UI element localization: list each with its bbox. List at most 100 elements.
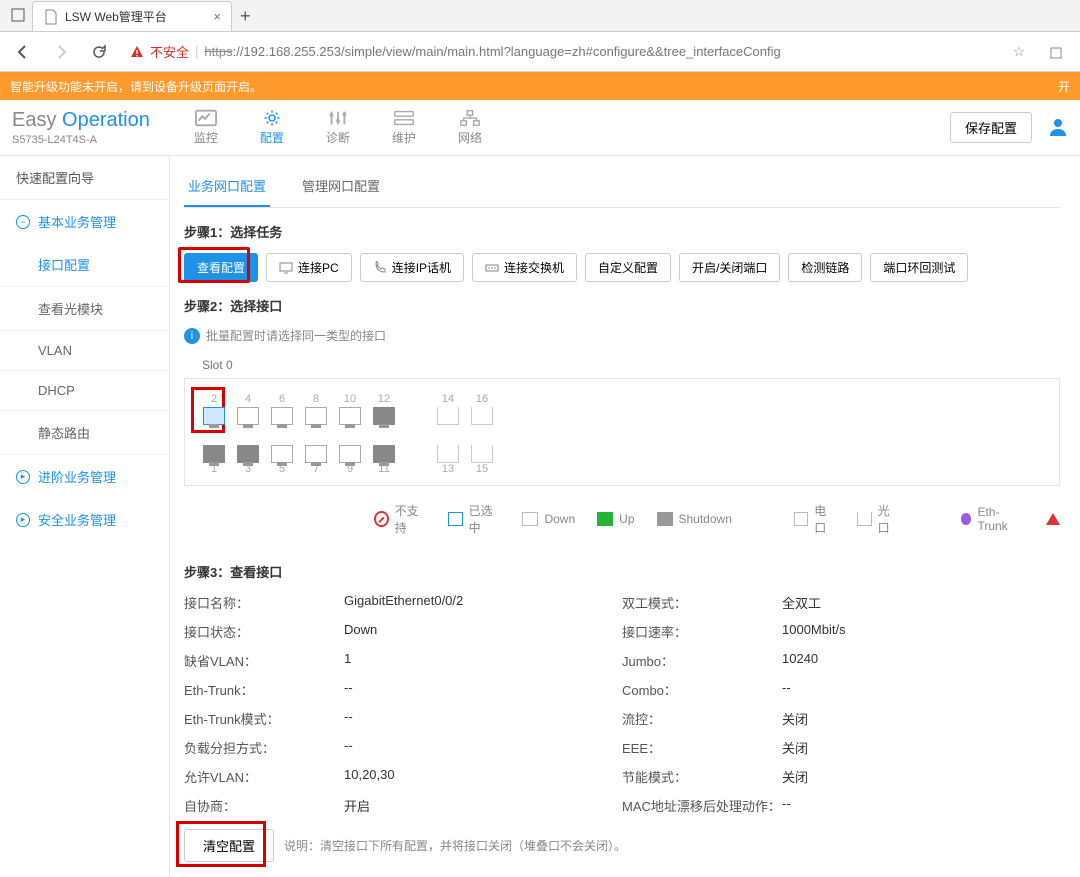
selected-icon (448, 512, 462, 526)
detail-label: 允许VLAN： (184, 767, 344, 786)
sidebar: 快速配置向导 − 基本业务管理 接口配置 查看光模块 VLAN DHCP 静态路… (0, 156, 170, 877)
window-menu-icon[interactable] (4, 0, 32, 31)
detail-value: 开启 (344, 796, 622, 815)
upgrade-banner: 智能升级功能未开启，请到设备升级页面开启。 开 (0, 72, 1080, 100)
nav-diagnose[interactable]: 诊断 (316, 109, 360, 146)
nav-network[interactable]: 网络 (448, 109, 492, 146)
top-nav: 监控 配置 诊断 维护 网络 (184, 109, 492, 146)
nosupport-icon (374, 511, 389, 527)
save-config-button[interactable]: 保存配置 (950, 112, 1032, 143)
task-connect-switch[interactable]: 连接交换机 (472, 253, 577, 282)
detail-value: 1000Mbit/s (782, 622, 1060, 641)
detail-label: Combo： (622, 680, 782, 699)
config-tabs: 业务网口配置 管理网口配置 (184, 166, 1060, 208)
port-13[interactable] (437, 445, 459, 463)
port-3[interactable] (237, 445, 259, 463)
detail-value: 全双工 (782, 593, 1060, 612)
detail-value: Down (344, 622, 622, 641)
new-tab-button[interactable]: + (232, 1, 259, 31)
detail-value: 10,20,30 (344, 767, 622, 786)
nav-configure[interactable]: 配置 (250, 109, 294, 146)
port-11[interactable] (373, 445, 395, 463)
detail-value: 关闭 (782, 709, 1060, 728)
port-1[interactable] (203, 445, 225, 463)
port-2[interactable] (203, 407, 225, 425)
banner-action[interactable]: 开 (1058, 78, 1070, 95)
detail-value: 1 (344, 651, 622, 670)
port-legend: 不支持 已选中 Down Up Shutdown 电口 光口 Eth-Trunk (184, 502, 1060, 536)
minus-circle-icon: − (16, 215, 30, 229)
monitor-icon (195, 109, 217, 127)
sidebar-basic-mgmt[interactable]: − 基本业务管理 (0, 200, 169, 243)
nav-monitor[interactable]: 监控 (184, 109, 228, 146)
nav-maintain[interactable]: 维护 (382, 109, 426, 146)
sidebar-item-dhcp[interactable]: DHCP (0, 371, 169, 411)
up-icon (597, 512, 613, 526)
favorite-icon[interactable]: ☆ (1004, 37, 1034, 67)
port-8[interactable] (305, 407, 327, 425)
plus-circle-icon: ▸ (16, 513, 30, 527)
forward-button[interactable] (46, 37, 76, 67)
task-view-config[interactable]: 查看配置 (184, 253, 258, 282)
address-bar[interactable]: 不安全 | https://192.168.255.253/simple/vie… (122, 37, 996, 67)
reload-button[interactable] (84, 37, 114, 67)
port-7[interactable] (305, 445, 327, 463)
sidebar-quick-wizard[interactable]: 快速配置向导 (0, 156, 169, 200)
stack-icon (393, 109, 415, 127)
user-icon[interactable] (1048, 116, 1068, 139)
port-15[interactable] (471, 445, 493, 463)
task-custom-config[interactable]: 自定义配置 (585, 253, 671, 282)
task-connect-pc[interactable]: 连接PC (266, 253, 352, 282)
browser-tab[interactable]: LSW Web管理平台 × (32, 1, 232, 31)
port-14[interactable] (437, 407, 459, 425)
detail-label: Eth-Trunk： (184, 680, 344, 699)
eth-trunk-icon (961, 513, 972, 525)
info-icon: i (184, 328, 200, 344)
task-connect-ip-phone[interactable]: 连接IP话机 (360, 253, 464, 282)
port-6[interactable] (271, 407, 293, 425)
detail-label: EEE： (622, 738, 782, 757)
down-icon (522, 512, 538, 526)
sidebar-security-mgmt[interactable]: ▸ 安全业务管理 (0, 498, 169, 541)
back-button[interactable] (8, 37, 38, 67)
port-12[interactable] (373, 407, 395, 425)
tab-mgmt-ports[interactable]: 管理网口配置 (298, 166, 384, 207)
network-icon (459, 109, 481, 127)
detail-label: 自协商： (184, 796, 344, 815)
triangle-icon (1046, 513, 1060, 525)
sidebar-item-static-route[interactable]: 静态路由 (0, 411, 169, 455)
shutdown-icon (657, 512, 673, 526)
port-16[interactable] (471, 407, 493, 425)
port-panel: 2 4 6 8 10 12 14 16 1 3 5 7 9 11 (184, 378, 1060, 486)
insecure-icon (130, 45, 144, 59)
clear-note: 说明：清空接口下所有配置，并将接口关闭（堆叠口不会关闭）。 (284, 837, 626, 854)
task-toggle-port[interactable]: 开启/关闭端口 (679, 253, 780, 282)
port-4[interactable] (237, 407, 259, 425)
tab-close-icon[interactable]: × (213, 9, 221, 24)
tab-service-ports[interactable]: 业务网口配置 (184, 166, 270, 207)
port-9[interactable] (339, 445, 361, 463)
task-buttons: 查看配置 连接PC 连接IP话机 连接交换机 自定义配置 开启/关闭端口 检测链… (184, 253, 1060, 282)
page-icon (43, 9, 59, 25)
sidebar-item-interface-config[interactable]: 接口配置 (0, 243, 169, 287)
detail-label: 接口名称： (184, 593, 344, 612)
extensions-icon[interactable] (1042, 37, 1072, 67)
detail-label: Eth-Trunk模式： (184, 709, 344, 728)
detail-label: 缺省VLAN： (184, 651, 344, 670)
clear-config-button[interactable]: 清空配置 (184, 829, 274, 862)
sidebar-item-vlan[interactable]: VLAN (0, 331, 169, 371)
sidebar-item-optical[interactable]: 查看光模块 (0, 287, 169, 331)
port-5[interactable] (271, 445, 293, 463)
task-detect-link[interactable]: 检测链路 (788, 253, 862, 282)
plus-circle-icon: ▸ (16, 470, 30, 484)
sidebar-advanced-mgmt[interactable]: ▸ 进阶业务管理 (0, 455, 169, 498)
pc-icon (279, 261, 293, 275)
banner-text: 智能升级功能未开启，请到设备升级页面开启。 (10, 78, 262, 95)
port-10[interactable] (339, 407, 361, 425)
tab-title: LSW Web管理平台 (65, 8, 207, 25)
url-text: https://192.168.255.253/simple/view/main… (204, 44, 780, 59)
task-loopback-test[interactable]: 端口环回测试 (870, 253, 968, 282)
sliders-icon (327, 109, 349, 127)
detail-value: -- (344, 680, 622, 699)
browser-toolbar: 不安全 | https://192.168.255.253/simple/vie… (0, 32, 1080, 72)
